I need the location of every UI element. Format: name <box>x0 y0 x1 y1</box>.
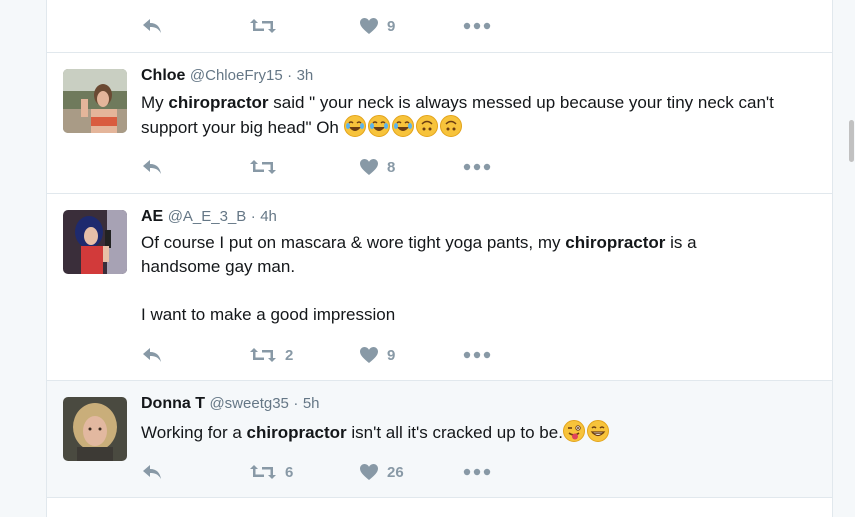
retweet-button[interactable] <box>249 14 285 38</box>
tweet-item[interactable]: Chloe @ChloeFry15 · 3h My chiropractor s… <box>47 53 832 194</box>
tweet-text: Working for a chiropractor isn't all it'… <box>141 420 821 445</box>
separator-dot: · <box>250 208 256 225</box>
more-button[interactable] <box>463 460 491 484</box>
reply-button[interactable] <box>141 343 163 367</box>
reply-icon <box>143 160 161 174</box>
separator-dot: · <box>293 395 299 412</box>
more-dots-icon <box>463 468 491 476</box>
tweet-item[interactable] <box>47 498 832 517</box>
upside-down-face-emoji <box>415 115 438 137</box>
author-fullname[interactable]: AE <box>141 208 163 225</box>
retweet-icon <box>250 465 276 479</box>
retweet-count: 6 <box>285 463 294 481</box>
retweet-count: 2 <box>285 346 294 364</box>
like-button[interactable]: 9 <box>359 343 395 367</box>
scrollbar-track[interactable] <box>846 0 855 517</box>
heart-icon <box>360 18 378 34</box>
like-count: 9 <box>387 17 396 35</box>
scrollbar-thumb[interactable] <box>849 120 854 162</box>
tweet-actions: 2 9 <box>141 343 541 367</box>
like-count: 8 <box>387 158 396 176</box>
author-username[interactable]: @A_E_3_B <box>168 208 247 225</box>
more-button[interactable] <box>463 343 491 367</box>
tweet-text-before: Of course I put on mascara & wore tight … <box>141 233 566 252</box>
separator-dot: · <box>287 67 293 84</box>
reply-button[interactable] <box>141 14 163 38</box>
reply-icon <box>143 348 161 362</box>
like-button[interactable]: 9 <box>359 14 395 38</box>
winking-tongue-emoji <box>562 420 585 442</box>
reply-icon <box>143 19 161 33</box>
tweet-text-line2: I want to make a good impression <box>141 305 396 324</box>
tweet-header: Chloe @ChloeFry15 · 3h <box>141 67 313 85</box>
tweet-timestamp[interactable]: 4h <box>260 208 277 225</box>
keyword-highlight: chiropractor <box>565 233 666 252</box>
like-count: 26 <box>387 463 404 481</box>
retweet-button[interactable]: 6 <box>249 460 293 484</box>
like-button[interactable]: 8 <box>359 155 395 179</box>
avatar[interactable] <box>63 69 127 133</box>
retweet-icon <box>250 348 276 362</box>
author-fullname[interactable]: Donna T <box>141 395 205 412</box>
avatar[interactable] <box>63 397 127 461</box>
tweet-item[interactable]: AE @A_E_3_B · 4h Of course I put on masc… <box>47 194 832 381</box>
tweet-actions: 6 26 <box>141 460 541 484</box>
tweet-header: Donna T @sweetg35 · 5h <box>141 395 320 413</box>
joy-emoji <box>367 115 390 137</box>
more-button[interactable] <box>463 155 491 179</box>
tweet-item[interactable]: 9 <box>47 0 832 53</box>
grinning-emoji <box>586 420 609 442</box>
tweet-timestamp[interactable]: 5h <box>303 395 320 412</box>
more-button[interactable] <box>463 14 491 38</box>
like-button[interactable]: 26 <box>359 460 404 484</box>
more-dots-icon <box>463 22 491 30</box>
tweet-actions: 9 <box>141 14 541 38</box>
author-username[interactable]: @ChloeFry15 <box>190 67 283 84</box>
author-fullname[interactable]: Chloe <box>141 67 185 84</box>
tweet-item[interactable]: Donna T @sweetg35 · 5h Working for a chi… <box>47 381 832 498</box>
keyword-highlight: chiropractor <box>246 423 347 442</box>
upside-down-face-emoji <box>439 115 462 137</box>
retweet-icon <box>250 19 276 33</box>
joy-emoji <box>343 115 366 137</box>
retweet-icon <box>250 160 276 174</box>
heart-icon <box>360 347 378 363</box>
reply-button[interactable] <box>141 460 163 484</box>
author-username[interactable]: @sweetg35 <box>209 395 288 412</box>
keyword-highlight: chiropractor <box>168 93 269 112</box>
heart-icon <box>360 464 378 480</box>
tweet-text-before: My <box>141 93 169 112</box>
heart-icon <box>360 159 378 175</box>
retweet-button[interactable] <box>249 155 285 179</box>
reply-button[interactable] <box>141 155 163 179</box>
more-dots-icon <box>463 163 491 171</box>
tweet-text-after: isn't all it's cracked up to be. <box>346 423 563 442</box>
tweet-text: Of course I put on mascara & wore tight … <box>141 231 771 279</box>
retweet-button[interactable]: 2 <box>249 343 293 367</box>
tweet-timestamp[interactable]: 3h <box>297 67 314 84</box>
search-results-timeline: 9 Chloe @ChloeFry15 · 3h My chiropractor… <box>46 0 833 517</box>
joy-emoji <box>391 115 414 137</box>
tweet-text: My chiropractor said " your neck is alwa… <box>141 91 821 140</box>
tweet-actions: 8 <box>141 155 541 179</box>
tweet-header: AE @A_E_3_B · 4h <box>141 208 277 226</box>
more-dots-icon <box>463 351 491 359</box>
tweet-text-before: Working for a <box>141 423 247 442</box>
like-count: 9 <box>387 346 396 364</box>
avatar[interactable] <box>63 210 127 274</box>
reply-icon <box>143 465 161 479</box>
